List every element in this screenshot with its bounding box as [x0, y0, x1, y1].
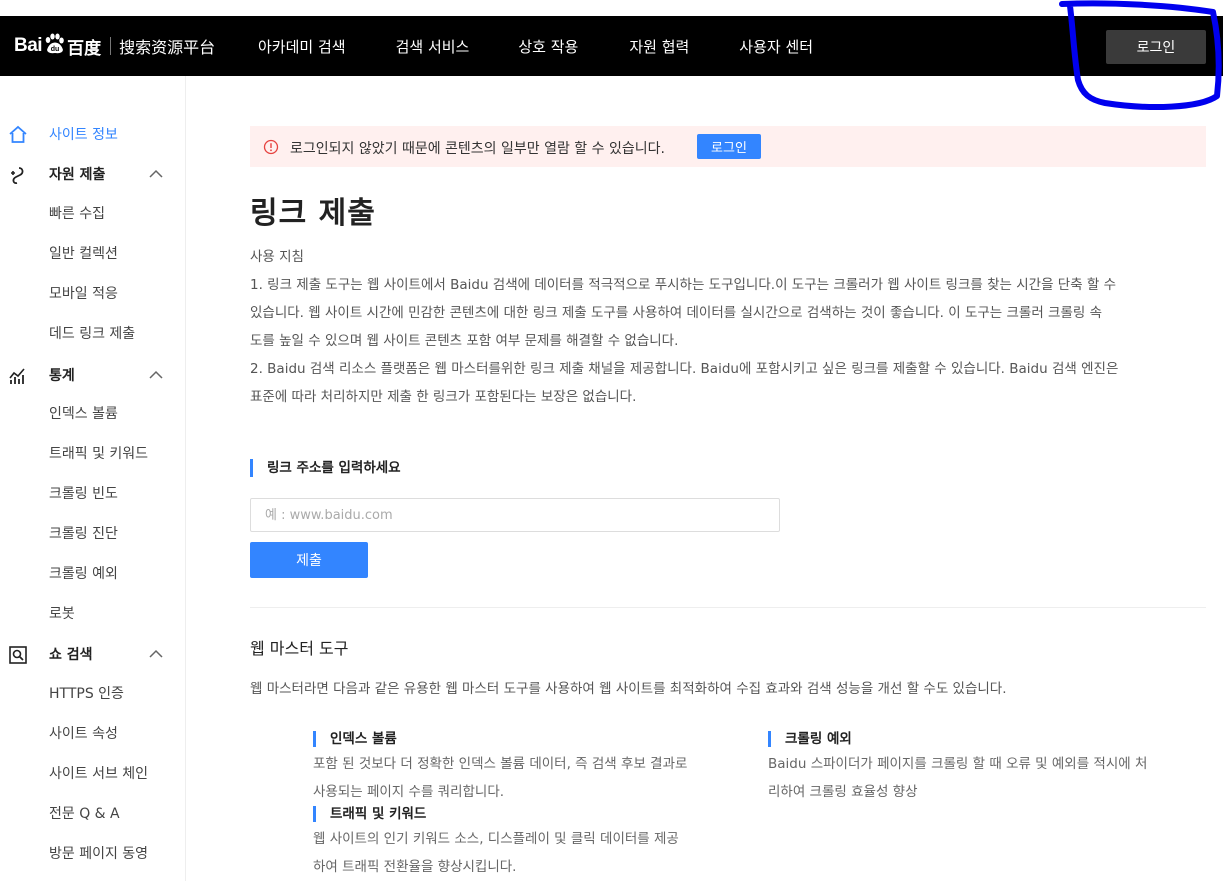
main-nav: 아카데미 검색 검색 서비스 상호 작용 자원 협력 사용자 센터	[258, 16, 863, 76]
notice-text: 로그인되지 않았기 때문에 콘텐츠의 일부만 열람 할 수 있습니다.	[290, 141, 665, 157]
header-login-button[interactable]: 로그인	[1106, 30, 1206, 64]
sidebar-section-statistics[interactable]: 통계	[0, 355, 186, 395]
guide-line: 있습니다. 웹 사이트 시간에 민감한 콘텐츠에 대한 링크 제출 도구를 사용…	[250, 305, 1103, 321]
chevron-up-icon[interactable]	[148, 369, 164, 381]
sidebar-section-label: 통계	[49, 368, 75, 384]
top-header: Bai du 百度 搜索资源平台 아카데미 검색 검색 서비스 상호 작용 자원…	[0, 16, 1223, 76]
svg-text:du: du	[51, 46, 60, 53]
sidebar-item-index-volume[interactable]: 인덱스 볼륨	[49, 403, 118, 423]
sidebar-item-site-subchain[interactable]: 사이트 서브 체인	[49, 763, 148, 783]
tool-card-traffic-keywords[interactable]: 트래픽 및 키워드 웹 사이트의 인기 키워드 소스, 디스플레이 및 클릭 데…	[313, 806, 693, 881]
sidebar-section-label: 자원 제출	[49, 167, 106, 183]
page-title: 링크 제출	[250, 196, 376, 231]
sidebar: 사이트 정보 자원 제출 빠른 수집 일반 컬렉션 모바일 적응 데드 링크 제…	[0, 76, 186, 881]
nav-resource-cooperation[interactable]: 자원 협력	[629, 36, 689, 57]
nav-academy-search[interactable]: 아카데미 검색	[258, 36, 346, 57]
tool-card-crawl-exception[interactable]: 크롤링 예외 Baidu 스파이더가 페이지를 크롤링 할 때 오류 및 예외를…	[768, 731, 1148, 806]
submit-button[interactable]: 제출	[250, 542, 368, 578]
link-url-input[interactable]	[250, 498, 780, 532]
nav-interaction[interactable]: 상호 작용	[518, 36, 578, 57]
usage-guide: 사용 지침 1. 링크 제출 도구는 웹 사이트에서 Baidu 검색에 데이터…	[250, 243, 1210, 411]
sidebar-item-expert-qa[interactable]: 전문 Q & A	[49, 803, 120, 823]
platform-name: 搜索资源平台	[119, 38, 216, 57]
tool-card-index-volume[interactable]: 인덱스 볼륨 포함 된 것보다 더 정확한 인덱스 볼륨 데이터, 즉 검색 후…	[313, 731, 693, 806]
logo-chinese: 百度	[67, 38, 102, 59]
sidebar-item-robots[interactable]: 로봇	[49, 603, 75, 623]
sidebar-section-label: 쇼 검색	[49, 647, 93, 663]
home-icon	[9, 125, 27, 143]
search-icon	[9, 646, 27, 664]
sidebar-item-landing-video[interactable]: 방문 페이지 동영	[49, 843, 148, 863]
tool-description: 포함 된 것보다 더 정확한 인덱스 볼륨 데이터, 즉 검색 후보 결과로 사…	[313, 756, 688, 800]
tool-name[interactable]: 크롤링 예외	[768, 731, 1148, 747]
divider	[250, 607, 1206, 608]
sidebar-item-crawl-frequency[interactable]: 크롤링 빈도	[49, 483, 118, 503]
tools-description: 웹 마스터라면 다음과 같은 유용한 웹 마스터 도구를 사용하여 웹 사이트를…	[250, 681, 1007, 697]
guide-line: 1. 링크 제출 도구는 웹 사이트에서 Baidu 검색에 데이터를 적극적으…	[250, 277, 1117, 293]
sidebar-item-fast-collect[interactable]: 빠른 수집	[49, 203, 105, 223]
logo-text: Bai	[14, 35, 43, 56]
chevron-up-icon[interactable]	[148, 648, 164, 660]
tools-title: 웹 마스터 도구	[250, 639, 349, 658]
nav-user-center[interactable]: 사용자 센터	[739, 36, 813, 57]
guide-line: 도를 높일 수 있으며 웹 사이트 콘텐츠 포함 여부 문제를 해결할 수 없습…	[250, 333, 679, 349]
sidebar-item-crawl-exception[interactable]: 크롤링 예외	[49, 563, 118, 583]
sidebar-item-general-collection[interactable]: 일반 컬렉션	[49, 243, 118, 263]
paw-icon: du	[45, 33, 64, 54]
warning-icon	[263, 139, 279, 155]
nav-search-service[interactable]: 검색 서비스	[396, 36, 470, 57]
guide-line: 표준에 따라 처리하지만 제출 한 링크가 포함된다는 보장은 없습니다.	[250, 389, 637, 405]
tool-name[interactable]: 트래픽 및 키워드	[313, 806, 693, 822]
baidu-logo[interactable]: Bai du 百度 搜索资源平台	[14, 32, 215, 60]
chevron-up-icon[interactable]	[148, 168, 164, 180]
sidebar-item-dead-link[interactable]: 데드 링크 제출	[49, 323, 135, 343]
link-input-label: 링크 주소를 입력하세요	[250, 459, 401, 477]
sidebar-section-site-info[interactable]: 사이트 정보	[0, 114, 186, 154]
submit-icon	[11, 167, 24, 185]
sidebar-item-site-property[interactable]: 사이트 속성	[49, 723, 118, 743]
sidebar-item-traffic-keywords[interactable]: 트래픽 및 키워드	[49, 443, 148, 463]
guide-line: 2. Baidu 검색 리소스 플랫폼은 웹 마스터를위한 링크 제출 채널을 …	[250, 361, 1119, 377]
chart-icon	[9, 368, 25, 384]
tool-name[interactable]: 인덱스 볼륨	[313, 731, 693, 747]
tool-description: 웹 사이트의 인기 키워드 소스, 디스플레이 및 클릭 데이터를 제공하여 트…	[313, 831, 679, 875]
sidebar-section-resource-submit[interactable]: 자원 제출	[0, 154, 186, 194]
sidebar-item-crawl-diagnosis[interactable]: 크롤링 진단	[49, 523, 118, 543]
sidebar-section-show-search[interactable]: 쇼 검색	[0, 634, 186, 674]
login-notice: 로그인되지 않았기 때문에 콘텐츠의 일부만 열람 할 수 있습니다. 로그인	[250, 126, 1206, 167]
tool-description: Baidu 스파이더가 페이지를 크롤링 할 때 오류 및 예외를 적시에 처리…	[768, 756, 1148, 800]
sidebar-section-label: 사이트 정보	[49, 127, 118, 143]
sidebar-item-https[interactable]: HTTPS 인증	[49, 683, 124, 703]
logo-separator	[110, 37, 112, 55]
notice-login-button[interactable]: 로그인	[697, 134, 761, 159]
guide-heading: 사용 지침	[250, 249, 304, 265]
sidebar-item-mobile-adapt[interactable]: 모바일 적응	[49, 283, 118, 303]
